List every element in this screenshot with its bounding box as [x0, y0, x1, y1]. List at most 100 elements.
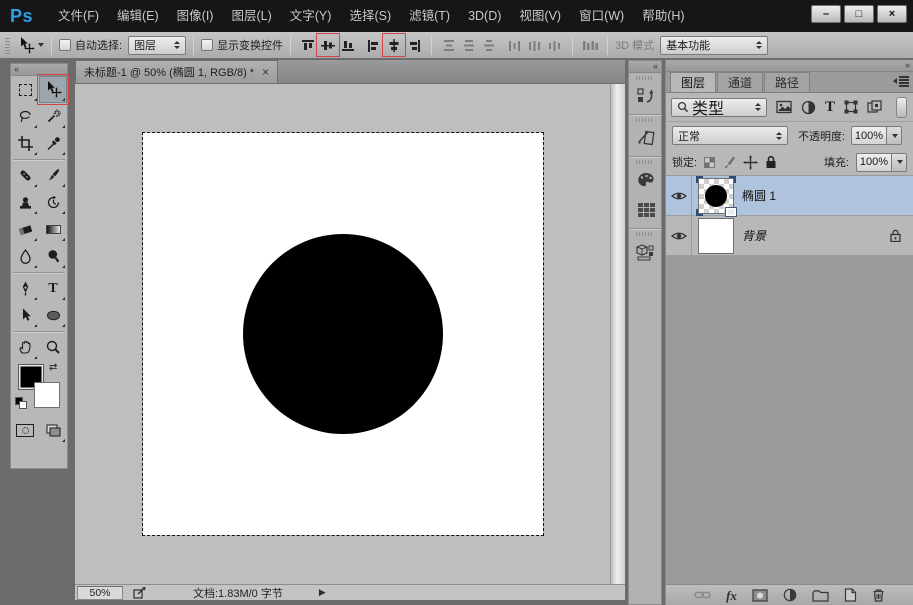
layer-name[interactable]: 椭圆 1: [742, 187, 776, 204]
swatches-panel-icon[interactable]: [629, 195, 663, 225]
filter-type-layers-icon[interactable]: T: [825, 100, 835, 115]
lock-transparent-pixels-icon[interactable]: [704, 157, 715, 168]
maximize-button[interactable]: □: [844, 5, 874, 23]
auto-select-checkbox[interactable]: [59, 39, 71, 51]
tool-preset-caret[interactable]: [38, 43, 44, 47]
move-tool annotation-box[interactable]: [39, 76, 67, 103]
eraser-tool[interactable]: [11, 216, 39, 243]
auto-align-layers-icon[interactable]: [580, 35, 600, 55]
tools-panel-collapse[interactable]: «: [11, 64, 67, 76]
blur-tool[interactable]: [11, 243, 39, 270]
filter-pixel-layers-icon[interactable]: [776, 100, 792, 114]
eyedropper-tool[interactable]: [39, 130, 67, 157]
filter-type-dropdown[interactable]: 类型: [671, 98, 767, 117]
tab-layers[interactable]: 图层: [670, 72, 716, 92]
panel-grip[interactable]: [636, 232, 654, 236]
tab-close-icon[interactable]: ×: [262, 65, 269, 79]
menu-window[interactable]: 窗口(W): [570, 0, 633, 32]
zoom-tool[interactable]: [39, 334, 67, 361]
auto-select-dropdown[interactable]: 图层: [128, 36, 186, 55]
new-layer-icon[interactable]: [844, 588, 857, 602]
pen-tool[interactable]: [11, 275, 39, 302]
menu-help[interactable]: 帮助(H): [633, 0, 693, 32]
filter-smart-objects-icon[interactable]: [867, 100, 882, 114]
show-transform-checkbox[interactable]: [201, 39, 213, 51]
ellipse-shape[interactable]: [243, 234, 443, 434]
quick-mask-button[interactable]: [11, 417, 39, 444]
document-tab[interactable]: 未标题-1 @ 50% (椭圆 1, RGB/8) * ×: [75, 60, 278, 83]
background-color-swatch[interactable]: [34, 382, 60, 408]
opacity-field[interactable]: 100%: [851, 126, 902, 145]
lock-position-icon[interactable]: [743, 155, 758, 170]
align-bottom-edges-icon[interactable]: [338, 35, 358, 55]
align-horizontal-centers-icon annotation-box[interactable]: [384, 35, 404, 55]
align-vertical-centers-icon annotation-box[interactable]: [318, 35, 338, 55]
distribute-horizontal-centers-icon[interactable]: [525, 35, 545, 55]
panel-grip[interactable]: [636, 160, 654, 164]
distribute-bottom-edges-icon[interactable]: [479, 35, 499, 55]
type-tool[interactable]: T: [39, 275, 67, 302]
opacity-dropdown-arrow[interactable]: [887, 126, 902, 145]
export-icon[interactable]: [133, 586, 147, 599]
layer-thumbnail[interactable]: [698, 218, 734, 254]
history-panel-icon[interactable]: [629, 81, 663, 111]
delete-layer-icon[interactable]: [872, 588, 885, 602]
dock-collapse[interactable]: »: [666, 60, 913, 72]
hand-tool[interactable]: [11, 334, 39, 361]
tab-channels[interactable]: 通道: [717, 72, 763, 92]
menu-filter[interactable]: 滤镜(T): [400, 0, 459, 32]
layer-thumbnail[interactable]: [698, 178, 734, 214]
strip-collapse[interactable]: «: [629, 61, 661, 73]
close-button[interactable]: ×: [877, 5, 907, 23]
options-grip[interactable]: [5, 36, 10, 54]
burn-tool[interactable]: [39, 243, 67, 270]
brush-tool[interactable]: [39, 162, 67, 189]
menu-layer[interactable]: 图层(L): [222, 0, 280, 32]
align-left-edges-icon[interactable]: [364, 35, 384, 55]
spot-healing-brush-tool[interactable]: [11, 162, 39, 189]
tab-paths[interactable]: 路径: [764, 72, 810, 92]
crop-tool[interactable]: [11, 130, 39, 157]
align-right-edges-icon[interactable]: [404, 35, 424, 55]
clone-stamp-tool[interactable]: [11, 189, 39, 216]
layer-style-fx-icon[interactable]: fx: [726, 589, 737, 602]
menu-select[interactable]: 选择(S): [340, 0, 400, 32]
panel-menu-icon[interactable]: [893, 76, 909, 87]
status-menu-arrow[interactable]: ▶: [319, 587, 326, 598]
distribute-top-edges-icon[interactable]: [439, 35, 459, 55]
swap-colors-icon[interactable]: ⇄: [49, 362, 57, 373]
visibility-toggle[interactable]: [666, 216, 692, 255]
canvas-artboard[interactable]: [143, 133, 543, 535]
rectangular-marquee-tool[interactable]: [11, 76, 39, 103]
link-layers-icon[interactable]: [694, 589, 711, 601]
vertical-scrollbar[interactable]: [610, 84, 625, 584]
lock-all-icon[interactable]: [765, 155, 777, 169]
new-group-icon[interactable]: [812, 589, 829, 602]
layer-row-ellipse[interactable]: 椭圆 1: [666, 176, 913, 216]
add-layer-mask-icon[interactable]: [752, 589, 768, 602]
blend-mode-dropdown[interactable]: 正常: [672, 126, 788, 145]
screen-mode-button[interactable]: [39, 417, 67, 444]
filter-adjustment-layers-icon[interactable]: [801, 100, 816, 115]
ellipse-tool[interactable]: [39, 302, 67, 329]
fill-field[interactable]: 100%: [856, 153, 907, 172]
menu-3d[interactable]: 3D(D): [459, 0, 510, 32]
canvas-viewport[interactable]: [75, 84, 625, 584]
3d-mode-dropdown[interactable]: 基本功能: [660, 36, 768, 55]
menu-type[interactable]: 文字(Y): [281, 0, 341, 32]
layer-row-background[interactable]: 背景: [666, 216, 913, 256]
filter-toggle-switch[interactable]: [896, 97, 907, 118]
distribute-vertical-centers-icon[interactable]: [459, 35, 479, 55]
properties-panel-icon[interactable]: [629, 123, 663, 153]
color-panel-icon[interactable]: [629, 165, 663, 195]
panel-grip[interactable]: [636, 76, 654, 80]
minimize-button[interactable]: –: [811, 5, 841, 23]
align-top-edges-icon[interactable]: [298, 35, 318, 55]
fill-dropdown-arrow[interactable]: [892, 153, 907, 172]
distribute-right-edges-icon[interactable]: [545, 35, 565, 55]
lasso-tool[interactable]: [11, 103, 39, 130]
menu-edit[interactable]: 编辑(E): [108, 0, 168, 32]
lock-image-pixels-icon[interactable]: [722, 155, 736, 169]
menu-file[interactable]: 文件(F): [49, 0, 108, 32]
new-adjustment-layer-icon[interactable]: [783, 588, 797, 602]
